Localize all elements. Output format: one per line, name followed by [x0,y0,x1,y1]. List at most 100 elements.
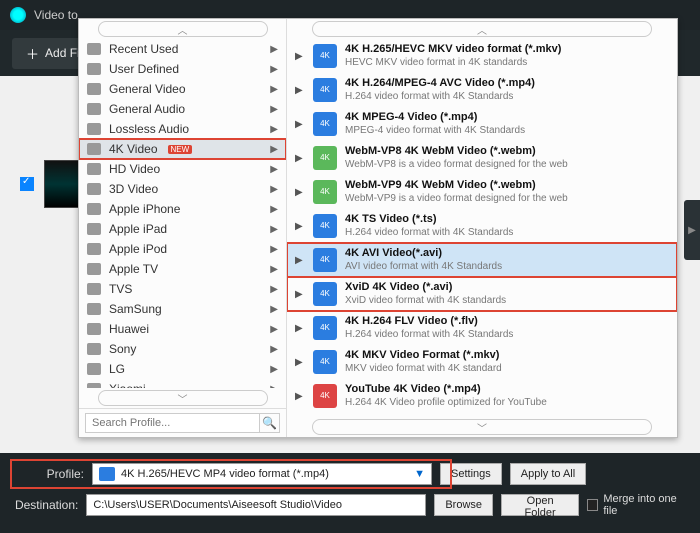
profile-value: 4K H.265/HEVC MP4 video format (*.mp4) [121,468,329,480]
settings-button[interactable]: Settings [440,463,502,485]
format-title: 4K AVI Video(*.avi) [345,247,502,260]
category-item[interactable]: LG▶ [79,359,286,379]
category-item[interactable]: Apple TV▶ [79,259,286,279]
expand-icon[interactable]: ▶ [295,187,305,198]
apply-all-button[interactable]: Apply to All [510,463,586,485]
chevron-right-icon: ▶ [270,44,278,55]
format-badge-icon [99,467,115,481]
expand-icon[interactable]: ▶ [295,119,305,130]
format-title: WebM-VP8 4K WebM Video (*.webm) [345,145,568,158]
category-label: 3D Video [109,182,158,196]
format-badge-icon: 4K [313,316,337,340]
format-item[interactable]: ▶4K4K H.264 FLV Video (*.flv)H.264 video… [287,311,677,345]
format-item[interactable]: ▶4K4K AVI Video(*.avi)AVI video format w… [287,243,677,277]
category-label: 4K Video [109,142,158,156]
category-item[interactable]: Huawei▶ [79,319,286,339]
profile-label: Profile: [14,467,84,481]
category-icon [87,323,101,335]
destination-input[interactable] [86,494,426,516]
format-subtitle: H.264 video format with 4K Standards [345,227,513,239]
chevron-right-icon: ▶ [270,144,278,155]
chevron-right-icon: ▶ [270,124,278,135]
preview-panel-handle[interactable]: ▶ [684,200,700,260]
format-item[interactable]: ▶ 4K 4K TS Video (*.ts)H.264 video format … [287,209,677,243]
format-badge-icon: 4K [313,350,337,374]
expand-icon[interactable]: ▶ [295,85,305,96]
category-item[interactable]: User Defined▶ [79,59,286,79]
expand-icon[interactable]: ▶ [295,51,305,62]
file-item[interactable] [20,160,80,208]
chevron-right-icon: ▶ [270,344,278,355]
category-item[interactable]: SamSung▶ [79,299,286,319]
category-item[interactable]: General Video▶ [79,79,286,99]
chevron-right-icon: ▶ [270,284,278,295]
expand-icon[interactable]: ▶ [295,357,305,368]
profile-flyout: ︿ Recent Used▶User Defined▶General Video… [78,18,678,438]
expand-icon[interactable]: ▶ [295,255,305,266]
category-icon [87,383,101,388]
scroll-up-button[interactable]: ︿ [312,21,652,37]
category-item[interactable]: Apple iPod▶ [79,239,286,259]
video-thumbnail[interactable] [44,160,80,208]
category-item[interactable]: 4K VideoNEW▶ [79,139,286,159]
search-input[interactable] [85,413,260,433]
category-item[interactable]: Apple iPhone▶ [79,199,286,219]
category-item[interactable]: HD Video▶ [79,159,286,179]
format-item[interactable]: ▶4KYouTube 4K Video (*.mp4)H.264 4K Vide… [287,379,677,413]
format-title: 4K MPEG-4 Video (*.mp4) [345,111,525,124]
plus-icon: ＋ [26,44,39,63]
format-subtitle: H.264 4K Video profile optimized for You… [345,397,547,409]
category-item[interactable]: Sony▶ [79,339,286,359]
chevron-right-icon: ▶ [270,224,278,235]
format-item[interactable]: ▶4KXviD 4K Video (*.avi)XviD video forma… [287,277,677,311]
category-label: Huawei [109,322,149,336]
format-title: WebM-VP9 4K WebM Video (*.webm) [345,179,568,192]
format-item[interactable]: ▶4KWebM-VP8 4K WebM Video (*.webm)WebM-V… [287,141,677,175]
format-item[interactable]: ▶ 4K WebM-VP9 4K WebM Video (*.webm)WebM-V… [287,175,677,209]
format-subtitle: MKV video format with 4K standard [345,363,502,375]
scroll-down-button[interactable]: ﹀ [98,390,268,406]
format-item[interactable]: ▶4K4K H.264/MPEG-4 AVC Video (*.mp4)H.26… [287,73,677,107]
open-folder-button[interactable]: Open Folder [501,494,579,516]
category-icon [87,183,101,195]
app-logo-icon [10,7,26,23]
format-badge-icon: 4K [313,214,337,238]
format-title: 4K TS Video (*.ts) [345,213,513,226]
merge-checkbox[interactable]: Merge into one file [587,493,686,517]
browse-button[interactable]: Browse [434,494,493,516]
category-item[interactable]: TVS▶ [79,279,286,299]
format-subtitle: WebM-VP9 is a video format designed for … [345,193,568,205]
format-badge-icon: 4K [313,180,337,204]
scroll-down-button[interactable]: ﹀ [312,419,652,435]
chevron-down-icon[interactable]: ▼ [414,468,425,480]
category-label: SamSung [109,302,162,316]
expand-icon[interactable]: ▶ [295,391,305,402]
format-item[interactable]: ▶ 4K 4K MPEG-4 Video (*.mp4)MPEG-4 video f… [287,107,677,141]
expand-icon[interactable]: ▶ [295,221,305,232]
format-subtitle: H.264 video format with 4K Standards [345,91,535,103]
format-item[interactable]: ▶4K4K H.265/HEVC MKV video format (*.mkv… [287,39,677,73]
profile-dropdown[interactable]: 4K H.265/HEVC MP4 video format (*.mp4) ▼ [92,463,432,485]
checkbox-icon [587,499,598,511]
category-item[interactable]: 3D Video ▶ [79,179,286,199]
category-icon [87,223,101,235]
format-subtitle: MPEG-4 video format with 4K Standards [345,125,525,137]
expand-icon[interactable]: ▶ [295,289,305,300]
category-item[interactable]: Apple iPad ▶ [79,219,286,239]
format-title: 4K H.265/HEVC MKV video format (*.mkv) [345,43,561,56]
category-label: Apple iPad [109,222,167,236]
category-icon [87,343,101,355]
category-icon [87,363,101,375]
scroll-up-button[interactable]: ︿ [98,21,268,37]
category-item[interactable]: Recent Used▶ [79,39,286,59]
expand-icon[interactable]: ▶ [295,153,305,164]
file-checkbox[interactable] [20,177,34,191]
format-item[interactable]: ▶4K4K MKV Video Format (*.mkv)MKV video … [287,345,677,379]
search-icon[interactable]: 🔍 [260,413,280,433]
category-item[interactable]: Xiaomi▶ [79,379,286,388]
chevron-right-icon: ▶ [270,184,278,195]
category-item[interactable]: Lossless Audio▶ [79,119,286,139]
category-item[interactable]: General Audio▶ [79,99,286,119]
format-badge-icon: 4K [313,112,337,136]
expand-icon[interactable]: ▶ [295,323,305,334]
